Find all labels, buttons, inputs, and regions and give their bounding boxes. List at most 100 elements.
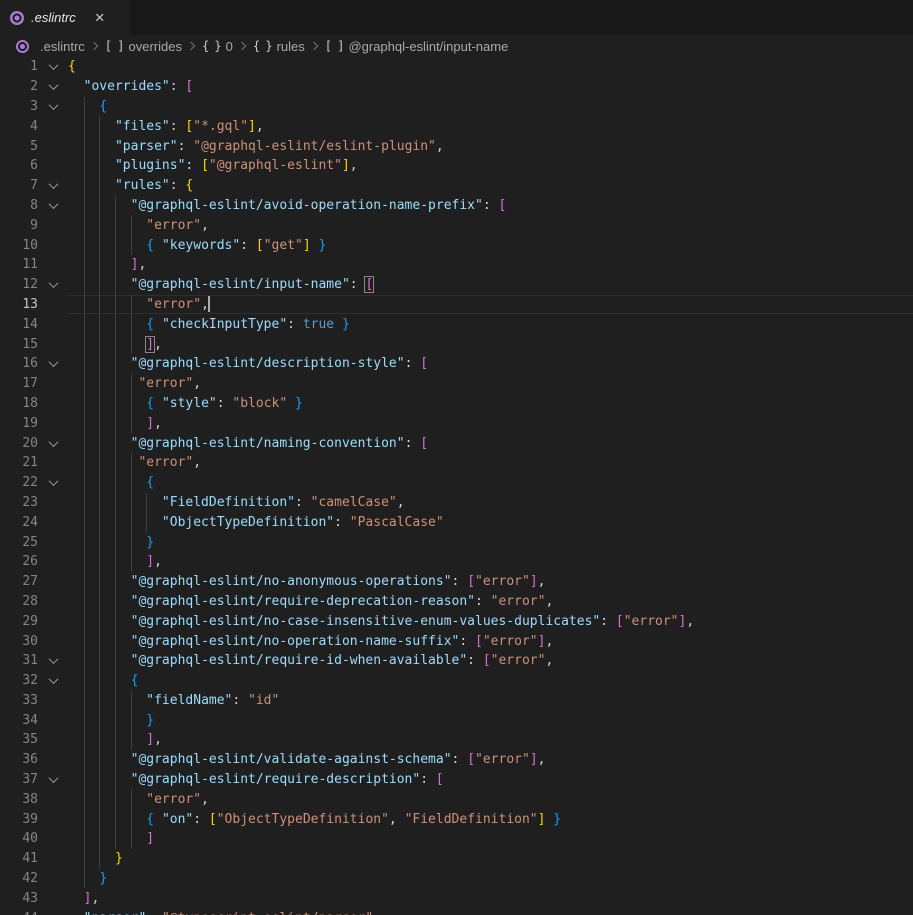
indent-guide — [115, 314, 116, 334]
fold-chevron-icon[interactable] — [48, 674, 58, 684]
code-line-content[interactable]: "@graphql-eslint/no-anonymous-operations… — [68, 572, 913, 592]
indent-guide — [131, 532, 132, 552]
code-line-content[interactable]: { "on": ["ObjectTypeDefinition", "FieldD… — [68, 809, 913, 829]
code-line-content[interactable]: { — [68, 97, 913, 117]
code-line-content[interactable]: ], — [68, 730, 913, 750]
fold-chevron-icon[interactable] — [48, 100, 58, 110]
code-line-content[interactable]: ], — [68, 888, 913, 908]
breadcrumb-item-0[interactable]: { }0 — [202, 39, 233, 54]
code-line-content[interactable]: "parser": "@typescript-eslint/parser" — [68, 908, 913, 915]
fold-chevron-icon[interactable] — [48, 654, 58, 664]
indent-guide — [99, 532, 100, 552]
gutter: 23 — [0, 493, 68, 513]
code-line-content[interactable]: "error", — [68, 789, 913, 809]
indent-guide — [115, 572, 116, 592]
indent-guide — [99, 255, 100, 275]
code-text: "@graphql-eslint/no-operation-name-suffi… — [68, 634, 553, 649]
code-line-content[interactable]: "rules": { — [68, 176, 913, 196]
fold-chevron-icon[interactable] — [48, 61, 58, 71]
code-line: 11 ], — [0, 255, 913, 275]
fold-chevron-icon[interactable] — [48, 80, 58, 90]
indent-guide — [99, 512, 100, 532]
code-line-content[interactable]: "@graphql-eslint/no-operation-name-suffi… — [68, 631, 913, 651]
close-icon[interactable]: × — [95, 9, 105, 26]
indent-guide — [84, 592, 85, 612]
fold-chevron-icon[interactable] — [48, 437, 58, 447]
indent-guide — [99, 572, 100, 592]
code-text: "error", — [68, 297, 209, 312]
indent-guide — [84, 572, 85, 592]
gutter: 22 — [0, 473, 68, 493]
breadcrumb-item--eslintrc[interactable]: .eslintrc — [16, 39, 85, 54]
code-line-content[interactable]: } — [68, 869, 913, 889]
code-line-content[interactable]: "@graphql-eslint/require-deprecation-rea… — [68, 592, 913, 612]
code-line-content[interactable]: "ObjectTypeDefinition": "PascalCase" — [68, 512, 913, 532]
code-line: 29 "@graphql-eslint/no-case-insensitive-… — [0, 611, 913, 631]
code-line-content[interactable]: } — [68, 710, 913, 730]
code-line-content[interactable]: "@graphql-eslint/naming-convention": [ — [68, 433, 913, 453]
code-line-content[interactable]: "fieldName": "id" — [68, 691, 913, 711]
gutter: 12 — [0, 275, 68, 295]
code-text: "plugins": ["@graphql-eslint"], — [68, 158, 358, 173]
fold-chevron-icon[interactable] — [48, 773, 58, 783]
breadcrumb-item--graphql-eslint-input-name[interactable]: [ ]@graphql-eslint/input-name — [325, 39, 509, 54]
code-line-content[interactable]: { "checkInputType": true } — [68, 314, 913, 334]
code-line-content[interactable]: } — [68, 532, 913, 552]
code-line-content[interactable]: "@graphql-eslint/require-description": [ — [68, 770, 913, 790]
indent-guide — [84, 176, 85, 196]
code-line: 12 "@graphql-eslint/input-name": [ — [0, 275, 913, 295]
code-line-content[interactable]: "overrides": [ — [68, 77, 913, 97]
code-line-content[interactable]: "error", — [68, 215, 913, 235]
indent-guide — [115, 710, 116, 730]
code-line-content[interactable]: "plugins": ["@graphql-eslint"], — [68, 156, 913, 176]
code-line-content[interactable]: ], — [68, 413, 913, 433]
fold-chevron-icon[interactable] — [48, 278, 58, 288]
code-line-content[interactable]: ], — [68, 255, 913, 275]
gutter: 10 — [0, 235, 68, 255]
code-line-content[interactable]: ], — [68, 334, 913, 354]
indent-guide — [99, 314, 100, 334]
code-text: "@graphql-eslint/no-case-insensitive-enu… — [68, 614, 694, 629]
code-line-content[interactable]: { — [68, 671, 913, 691]
code-line-content[interactable]: ] — [68, 829, 913, 849]
code-line: 26 ], — [0, 552, 913, 572]
gutter: 42 — [0, 869, 68, 889]
code-line-content[interactable]: { — [68, 57, 913, 77]
indent-guide — [131, 215, 132, 235]
gutter: 38 — [0, 789, 68, 809]
code-line-content[interactable]: "FieldDefinition": "camelCase", — [68, 493, 913, 513]
editor[interactable]: 1{2 "overrides": [3 {4 "files": ["*.gql"… — [0, 57, 913, 915]
code-line-content[interactable]: } — [68, 849, 913, 869]
code-line-content[interactable]: "error", — [68, 374, 913, 394]
code-line-content[interactable]: "error", — [68, 453, 913, 473]
tab-eslintrc[interactable]: .eslintrc × — [0, 0, 130, 35]
code-line-content[interactable]: "@graphql-eslint/validate-against-schema… — [68, 750, 913, 770]
code-line-content[interactable]: { "keywords": ["get"] } — [68, 235, 913, 255]
code-line-content[interactable]: "@graphql-eslint/require-id-when-availab… — [68, 651, 913, 671]
code-line-content[interactable]: "@graphql-eslint/no-case-insensitive-enu… — [68, 611, 913, 631]
indent-guide — [84, 691, 85, 711]
code-line-content[interactable]: "@graphql-eslint/description-style": [ — [68, 354, 913, 374]
code-line-content[interactable]: "@graphql-eslint/input-name": [ — [68, 275, 913, 295]
fold-chevron-icon[interactable] — [48, 476, 58, 486]
code-line-content[interactable]: { "style": "block" } — [68, 394, 913, 414]
breadcrumb-item-overrides[interactable]: [ ]overrides — [105, 39, 182, 54]
code-line-content[interactable]: ], — [68, 552, 913, 572]
code-line-content[interactable]: "error", — [68, 295, 913, 315]
code-text: "@graphql-eslint/no-anonymous-operations… — [68, 574, 545, 589]
fold-chevron-icon[interactable] — [48, 179, 58, 189]
breadcrumb-label: .eslintrc — [40, 39, 85, 54]
breadcrumb-item-rules[interactable]: { }rules — [253, 39, 305, 54]
code-line-content[interactable]: { — [68, 473, 913, 493]
gutter: 32 — [0, 671, 68, 691]
fold-chevron-icon[interactable] — [48, 199, 58, 209]
code-line-content[interactable]: "parser": "@graphql-eslint/eslint-plugin… — [68, 136, 913, 156]
fold-chevron-icon[interactable] — [48, 357, 58, 367]
code-text: "@graphql-eslint/description-style": [ — [68, 356, 428, 371]
line-number: 3 — [0, 99, 38, 114]
code-line-content[interactable]: "files": ["*.gql"], — [68, 116, 913, 136]
indent-guide — [99, 116, 100, 136]
indent-guide — [99, 592, 100, 612]
indent-guide — [84, 869, 85, 889]
code-line-content[interactable]: "@graphql-eslint/avoid-operation-name-pr… — [68, 196, 913, 216]
